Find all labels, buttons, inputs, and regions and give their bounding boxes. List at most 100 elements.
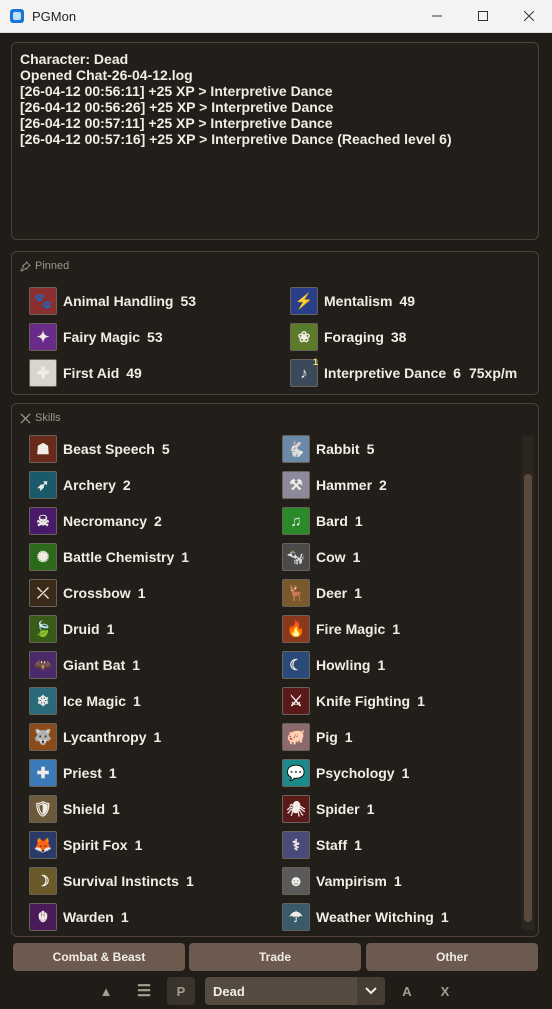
title-bar: PGMon	[0, 0, 552, 33]
log-line: Opened Chat-26-04-12.log	[20, 67, 193, 83]
skill-row-mentalism[interactable]: ⚡ Mentalism 49	[290, 287, 415, 315]
skill-name: Archery	[63, 477, 116, 493]
minimize-button[interactable]	[414, 0, 460, 32]
skill-level: 1	[393, 873, 402, 889]
skill-row-ice-magic[interactable]: ❄ Ice Magic 1	[29, 687, 141, 715]
skill-row-hammer[interactable]: ⚒ Hammer 2	[282, 471, 387, 499]
skill-row-archery[interactable]: ➶ Archery 2	[29, 471, 131, 499]
skill-row-battle-chemistry[interactable]: ✺ Battle Chemistry 1	[29, 543, 189, 571]
skill-row-fire-magic[interactable]: 🔥 Fire Magic 1	[282, 615, 400, 643]
skill-level: 1	[137, 585, 146, 601]
skill-badge: 1	[312, 357, 318, 367]
skill-level: 1	[440, 909, 449, 925]
archery-icon: ➶	[29, 471, 57, 499]
first-aid-icon: ✚	[29, 359, 57, 387]
icon-glyph: 🐇	[286, 441, 306, 458]
skill-row-shield[interactable]: 🛡 Shield 1	[29, 795, 120, 823]
skill-level: 2	[379, 477, 387, 493]
skill-level: 1	[392, 621, 401, 637]
skill-row-druid[interactable]: 🍃 Druid 1	[29, 615, 114, 643]
pin-toggle-button[interactable]: P	[167, 977, 195, 1005]
skill-level: 1	[132, 657, 141, 673]
battle-chemistry-icon: ✺	[29, 543, 57, 571]
skill-row-vampirism[interactable]: ☻ Vampirism 1	[282, 867, 402, 895]
skill-row-bard[interactable]: ♫ Bard 1	[282, 507, 363, 535]
skill-name: Druid	[63, 621, 100, 637]
howling-icon: ☾	[282, 651, 310, 679]
skill-row-beast-speech[interactable]: ☗ Beast Speech 5	[29, 435, 170, 463]
skill-level: 49	[126, 365, 142, 381]
skill-name: Giant Bat	[63, 657, 126, 673]
skill-level: 53	[147, 329, 163, 345]
skill-level: 1	[354, 585, 362, 601]
skill-row-priest[interactable]: ✚ Priest 1	[29, 759, 117, 787]
chevron-down-icon[interactable]	[357, 977, 385, 1005]
chat-log-panel[interactable]: Character: Dead Opened Chat-26-04-12.log…	[11, 42, 539, 240]
skill-row-psychology[interactable]: 💬 Psychology 1	[282, 759, 409, 787]
necromancy-icon: ☠	[29, 507, 57, 535]
log-line: [26-04-12 00:56:11] +25 XP > Interpretiv…	[20, 83, 333, 99]
maximize-button[interactable]	[460, 0, 506, 32]
skill-row-animal-handling[interactable]: 🐾 Animal Handling 53	[29, 287, 196, 315]
skill-row-weather-witching[interactable]: ☂ Weather Witching 1	[282, 903, 449, 931]
log-line: [26-04-12 00:56:26] +25 XP > Interpretiv…	[20, 99, 334, 115]
tab-trade[interactable]: Trade	[189, 943, 361, 971]
skill-row-interpretive-dance[interactable]: ♪ 1 Interpretive Dance 6 75xp/m	[290, 357, 517, 387]
skill-level: 2	[122, 477, 131, 493]
skill-level: 1	[153, 729, 162, 745]
icon-glyph: ⚡	[294, 293, 314, 310]
skill-name: Ice Magic	[63, 693, 127, 709]
character-select[interactable]: Dead	[205, 977, 385, 1005]
skill-row-spirit-fox[interactable]: 🦊 Spirit Fox 1	[29, 831, 142, 859]
skill-row-warden[interactable]: ☬ Warden 1	[29, 903, 129, 931]
skill-name: Survival Instincts	[63, 873, 179, 889]
skill-row-foraging[interactable]: ❀ Foraging 38	[290, 323, 406, 351]
move-up-button[interactable]: ▲	[94, 977, 118, 1005]
skill-level: 1	[181, 549, 190, 565]
icon-glyph: 🦊	[33, 837, 53, 854]
pig-icon: 🐖	[282, 723, 310, 751]
icon-glyph: 🐾	[33, 293, 53, 310]
skill-row-staff[interactable]: ⚕ Staff 1	[282, 831, 362, 859]
icon-glyph: ➶	[36, 477, 50, 494]
close-button[interactable]	[506, 0, 552, 32]
skills-scrollbar[interactable]	[522, 436, 534, 930]
weather-witching-icon: ☂	[282, 903, 310, 931]
skill-row-crossbow[interactable]: ⤫ Crossbow 1	[29, 579, 145, 607]
skill-row-pig[interactable]: 🐖 Pig 1	[282, 723, 353, 751]
skill-name: Pig	[316, 729, 338, 745]
icon-glyph: ⚔	[289, 693, 303, 710]
icon-glyph: ☠	[36, 513, 50, 530]
icon-glyph: ❄	[36, 693, 50, 710]
skill-row-fairy-magic[interactable]: ✦ Fairy Magic 53	[29, 323, 163, 351]
skill-row-first-aid[interactable]: ✚ First Aid 49	[29, 359, 142, 387]
skill-row-survival-instincts[interactable]: ☽ Survival Instincts 1	[29, 867, 194, 895]
skill-row-cow[interactable]: 🐄 Cow 1	[282, 543, 360, 571]
skill-name: Psychology	[316, 765, 395, 781]
skill-row-spider[interactable]: 🕷 Spider 1	[282, 795, 374, 823]
log-line: [26-04-12 00:57:16] +25 XP > Interpretiv…	[20, 131, 452, 147]
skill-row-knife-fighting[interactable]: ⚔ Knife Fighting 1	[282, 687, 425, 715]
skills-scrollbar-thumb[interactable]	[524, 474, 532, 922]
skill-name: Mentalism	[324, 293, 393, 309]
skill-level: 1	[108, 765, 117, 781]
skill-row-lycanthropy[interactable]: 🐺 Lycanthropy 1	[29, 723, 161, 751]
skill-row-deer[interactable]: 🦌 Deer 1	[282, 579, 362, 607]
tab-other[interactable]: Other	[366, 943, 538, 971]
skill-name: Vampirism	[316, 873, 387, 889]
x-button[interactable]: X	[433, 977, 457, 1005]
menu-button[interactable]: ☰	[131, 977, 157, 1005]
icon-glyph: ☽	[36, 873, 50, 890]
skill-row-giant-bat[interactable]: 🦇 Giant Bat 1	[29, 651, 140, 679]
skill-name: Howling	[316, 657, 371, 673]
pin-icon	[20, 260, 31, 272]
skill-row-rabbit[interactable]: 🐇 Rabbit 5	[282, 435, 374, 463]
knife-fighting-icon: ⚔	[282, 687, 310, 715]
a-button[interactable]: A	[395, 977, 419, 1005]
skill-level: 1	[366, 801, 375, 817]
skill-row-necromancy[interactable]: ☠ Necromancy 2	[29, 507, 162, 535]
icon-glyph: 🍃	[33, 621, 53, 638]
skill-row-howling[interactable]: ☾ Howling 1	[282, 651, 385, 679]
tab-combat-beast[interactable]: Combat & Beast	[13, 943, 185, 971]
icon-glyph: 🔥	[286, 621, 306, 638]
